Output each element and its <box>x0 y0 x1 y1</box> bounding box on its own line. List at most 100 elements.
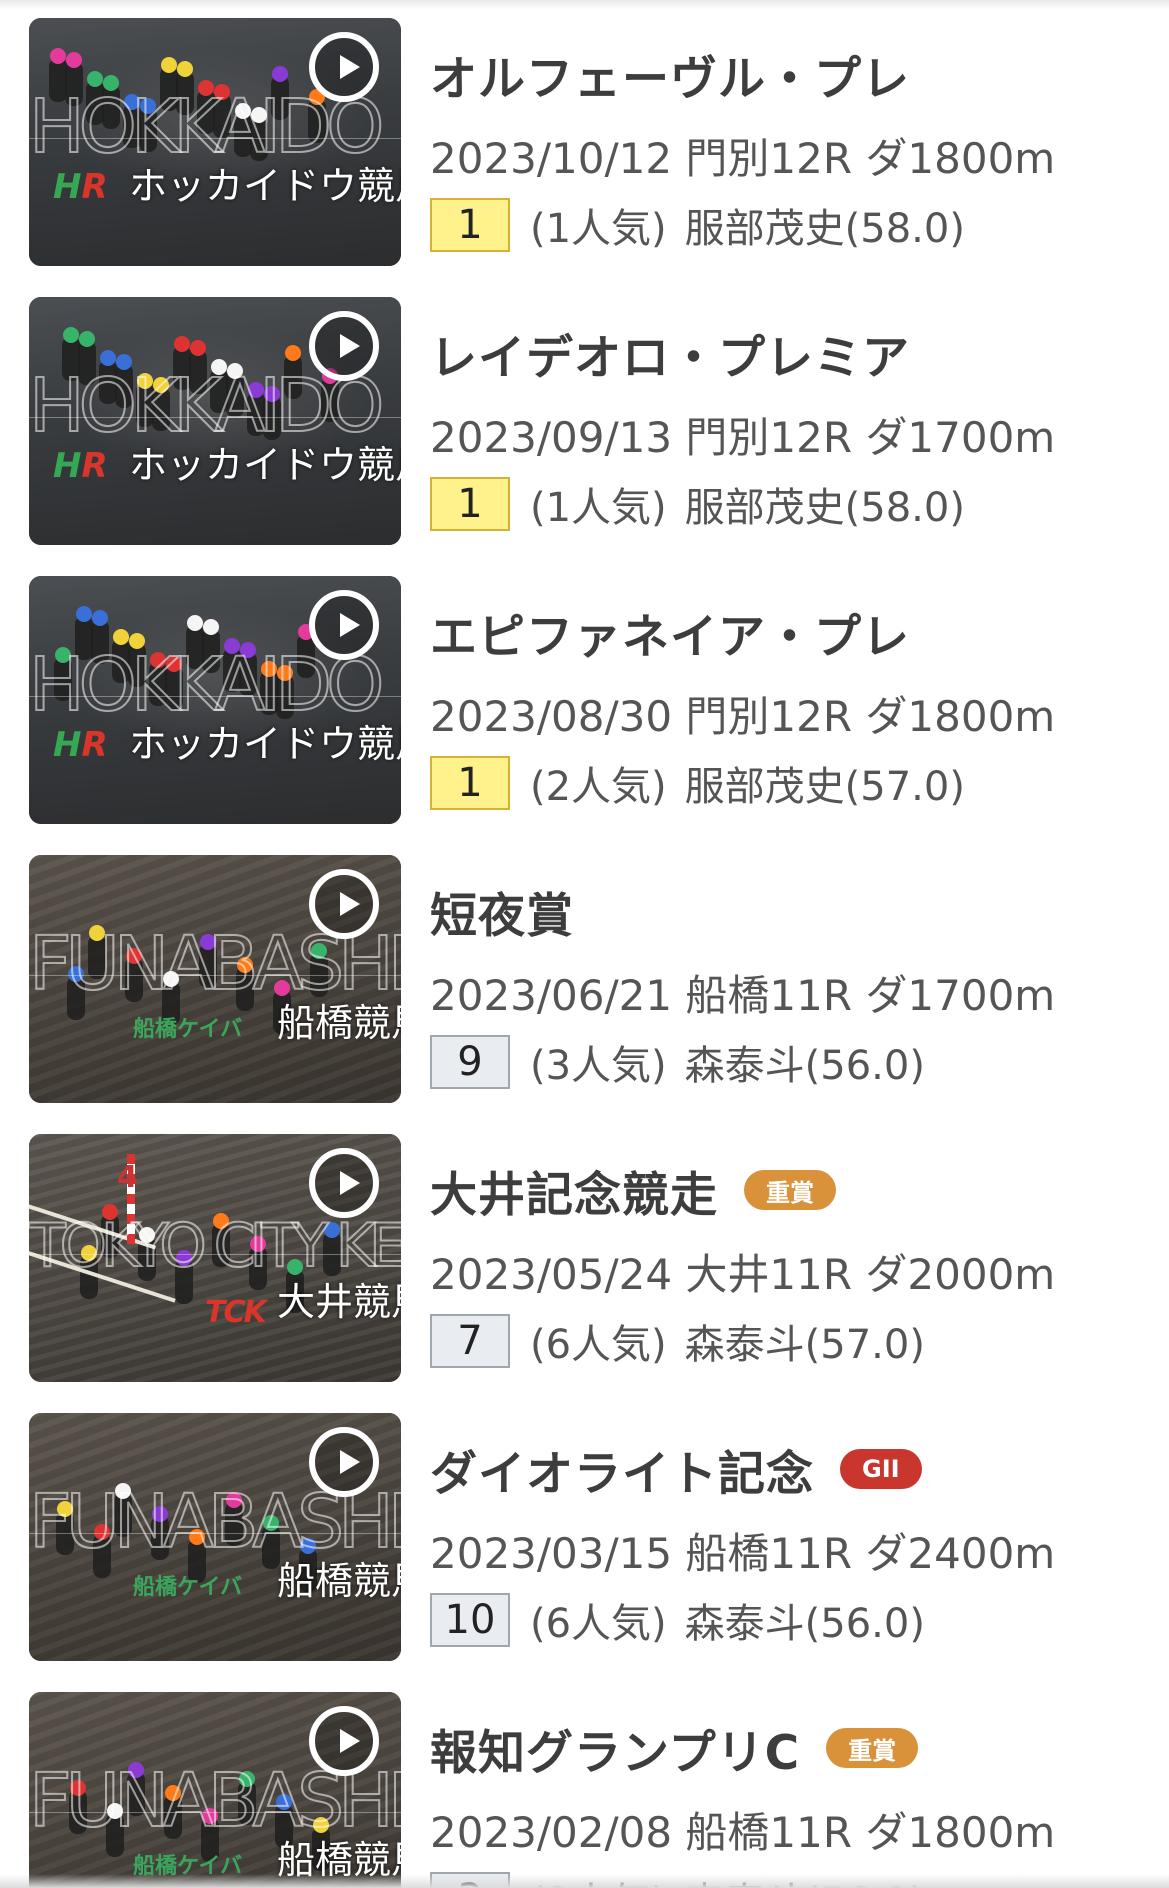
jockey-cap <box>161 57 177 73</box>
result-row: 1 (1人気) 服部茂史(58.0) <box>430 198 965 252</box>
race-list-item[interactable]: FUNABASHI船橋ケイバ船橋競馬ダイオライト記念GII2023/03/15 … <box>0 1413 1169 1663</box>
popularity-rank: (6人気) <box>530 1322 667 1368</box>
play-circle-icon[interactable] <box>309 1427 379 1497</box>
jockey-weight: 森泰斗(56.0) <box>684 1043 925 1089</box>
jockey-cap <box>285 345 301 361</box>
race-video-thumbnail[interactable]: 4 TOKYO CITY KEIBA TCK 大井競馬 <box>29 1134 401 1382</box>
finish-position-badge: 9 <box>430 1035 510 1089</box>
grade-badge: GII <box>840 1449 922 1489</box>
venue-caption: ホッカイドウ競馬 <box>129 443 401 487</box>
jockey-cap <box>272 66 288 82</box>
race-list-item[interactable]: HOKKAIDOHRホッカイドウ競馬オルフェーヴル・プレ2023/10/12 門… <box>0 18 1169 268</box>
race-info: ダイオライト記念 GII 2023/03/15 船橋11R ダ2400m 10 (6人気… <box>430 1413 1150 1661</box>
jockey-cap <box>79 331 95 347</box>
caption-divider <box>29 1254 401 1255</box>
grade-badge: 重賞 <box>744 1170 836 1210</box>
jockey-cap <box>177 61 193 77</box>
finish-position-badge: 1 <box>430 198 510 252</box>
race-name[interactable]: レイデオロ・プレミア <box>430 319 910 388</box>
race-name-row: 短夜賞 <box>430 881 574 944</box>
play-circle-icon[interactable] <box>309 1706 379 1776</box>
race-video-thumbnail[interactable]: FUNABASHI船橋ケイバ船橋競馬 <box>29 855 401 1103</box>
popularity-rank: (1人気) <box>530 206 667 252</box>
jockey-weight: 服部茂史(58.0) <box>684 485 965 531</box>
race-date-venue-distance: 2023/02/08 船橋11R ダ1800m <box>430 1808 1056 1857</box>
race-info: 大井記念競走 重賞 2023/05/24 大井11R ダ2000m 7 (6人気) 森泰斗… <box>430 1134 1150 1382</box>
race-name[interactable]: オルフェーヴル・プレ <box>430 40 910 109</box>
result-row: 10 (6人気) 森泰斗(56.0) <box>430 1593 925 1647</box>
jockey-cap <box>190 340 206 356</box>
race-name-row: エピファネイア・プレ <box>430 602 910 665</box>
finish-position-badge: 1 <box>430 477 510 531</box>
funabashi-keiba-logo: 船橋ケイバ <box>133 1017 243 1042</box>
logo-letter: R <box>81 446 108 486</box>
play-circle-icon[interactable] <box>309 311 379 381</box>
race-date-venue-distance: 2023/06/21 船橋11R ダ1700m <box>430 971 1056 1020</box>
furlong-pole-number: 4 <box>117 1160 138 1195</box>
caption-divider <box>29 417 401 418</box>
hokkaido-keiba-logo: HR <box>53 728 108 762</box>
race-name-row: 報知グランプリC 重賞 <box>430 1718 919 1781</box>
jockey-cap <box>187 615 203 631</box>
jockey-cap <box>50 48 66 64</box>
jockey-weight: 服部茂史(57.0) <box>684 764 965 810</box>
race-name[interactable]: 大井記念競走 <box>430 1156 718 1225</box>
jockey-weight: 服部茂史(58.0) <box>684 206 965 252</box>
finish-position-badge: 1 <box>430 756 510 810</box>
logo-letter: R <box>81 167 108 207</box>
funabashi-keiba-logo: 船橋ケイバ <box>133 1575 243 1600</box>
race-video-thumbnail[interactable]: HOKKAIDOHRホッカイドウ競馬 <box>29 18 401 266</box>
race-list-item[interactable]: 4 TOKYO CITY KEIBA TCK 大井競馬 大井記念競走重賞 2023/05/… <box>0 1134 1169 1384</box>
race-date-venue-distance: 2023/05/24 大井11R ダ2000m <box>430 1250 1056 1299</box>
venue-caption: 大井競馬 <box>277 1280 401 1324</box>
popularity-rank: (1人気) <box>530 485 667 531</box>
grade-badge: 重賞 <box>826 1728 919 1768</box>
caption-divider <box>29 975 401 976</box>
race-video-thumbnail[interactable]: FUNABASHI船橋ケイバ船橋競馬 <box>29 1692 401 1888</box>
jockey-cap <box>66 52 82 68</box>
race-video-thumbnail[interactable]: HOKKAIDOHRホッカイドウ競馬 <box>29 576 401 824</box>
race-info: 短夜賞 2023/06/21 船橋11R ダ1700m 9 (3人気) 森泰斗(56.0… <box>430 855 1150 1103</box>
logo-letter: H <box>53 725 82 765</box>
race-name-row: 大井記念競走 重賞 <box>430 1160 836 1223</box>
logo-letter: H <box>53 167 82 207</box>
race-list-item[interactable]: FUNABASHI船橋ケイバ船橋競馬報知グランプリC重賞2023/02/08 船… <box>0 1692 1169 1888</box>
jockey-cap <box>174 336 190 352</box>
race-video-thumbnail[interactable]: HOKKAIDOHRホッカイドウ競馬 <box>29 297 401 545</box>
race-name[interactable]: 短夜賞 <box>430 877 574 946</box>
race-list-item[interactable]: FUNABASHI船橋ケイバ船橋競馬短夜賞2023/06/21 船橋11R ダ1… <box>0 855 1169 1105</box>
caption-divider <box>29 696 401 697</box>
race-list-item[interactable]: HOKKAIDOHRホッカイドウ競馬エピファネイア・プレ2023/08/30 門… <box>0 576 1169 826</box>
race-name-row: ダイオライト記念 GII <box>430 1439 922 1502</box>
race-name[interactable]: ダイオライト記念 <box>430 1435 814 1504</box>
race-name-row: オルフェーヴル・プレ <box>430 44 910 107</box>
caption-divider <box>29 1533 401 1534</box>
race-video-thumbnail[interactable]: FUNABASHI船橋ケイバ船橋競馬 <box>29 1413 401 1661</box>
race-info: レイデオロ・プレミア 2023/09/13 門別12R ダ1700m 1 (1人気) 服… <box>430 297 1150 545</box>
result-row: 7 (6人気) 森泰斗(57.0) <box>430 1314 925 1368</box>
play-circle-icon[interactable] <box>309 869 379 939</box>
race-result-list: HOKKAIDOHRホッカイドウ競馬オルフェーヴル・プレ2023/10/12 門… <box>0 0 1169 1888</box>
race-name[interactable]: エピファネイア・プレ <box>430 598 910 667</box>
race-info: 報知グランプリC重賞2023/02/08 船橋11R ダ1800m3(2人気)森… <box>430 1692 1150 1888</box>
result-row: 9 (3人気) 森泰斗(56.0) <box>430 1035 925 1089</box>
race-date-venue-distance: 2023/09/13 門別12R ダ1700m <box>430 413 1056 462</box>
jockey-weight: 森泰斗(56.0) <box>684 1601 925 1647</box>
jockey-cap <box>63 327 79 343</box>
race-list-item[interactable]: HOKKAIDOHRホッカイドウ競馬レイデオロ・プレミア2023/09/13 門… <box>0 297 1169 547</box>
play-circle-icon[interactable] <box>309 590 379 660</box>
race-name-row: レイデオロ・プレミア <box>430 323 910 386</box>
popularity-rank: (6人気) <box>530 1601 667 1647</box>
jockey-weight: 森泰斗(57.0) <box>684 1322 925 1368</box>
jockey-cap <box>76 606 92 622</box>
popularity-rank: (2人気) <box>530 764 667 810</box>
venue-caption: 船橋競馬 <box>277 1001 401 1045</box>
race-info: オルフェーヴル・プレ 2023/10/12 門別12R ダ1800m 1 (1人気) 服… <box>430 18 1150 266</box>
play-circle-icon[interactable] <box>309 32 379 102</box>
finish-position-badge: 7 <box>430 1314 510 1368</box>
play-circle-icon[interactable] <box>309 1148 379 1218</box>
logo-letter: R <box>81 725 108 765</box>
race-name[interactable]: 報知グランプリC <box>430 1714 800 1783</box>
venue-caption: 船橋競馬 <box>277 1559 401 1603</box>
caption-divider <box>29 1812 401 1813</box>
